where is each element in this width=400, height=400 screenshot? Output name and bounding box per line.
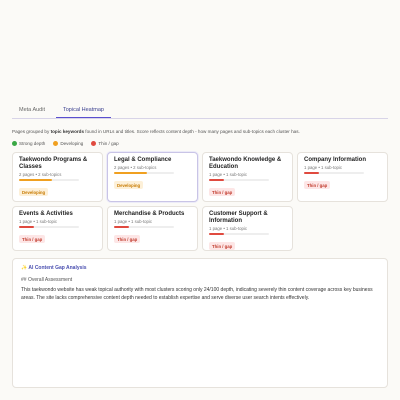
legend-dot-icon [91,141,97,146]
cluster-card[interactable]: Company Information 1 page • 1 sub-topic T… [297,152,388,202]
legend-label: Strong depth [19,141,46,146]
legend-dot-icon [53,141,59,146]
cluster-title: Company Information [304,157,367,163]
depth-bar-fill [19,226,34,228]
cluster-title: Merchandise & Products [114,211,185,217]
cluster-title: Taekwondo Knowledge & Education [209,157,282,170]
tab-topical-heatmap[interactable]: Topical Heatmap [56,104,111,118]
cluster-stats: 1 page • 1 sub-topic [114,219,153,224]
cluster-card[interactable]: Merchandise & Products 1 page • 1 sub-top… [107,206,198,251]
cluster-card[interactable]: Taekwondo Knowledge & Education 1 page • … [202,152,293,202]
depth-bar-fill [19,179,53,181]
cluster-card[interactable]: Legal & Compliance 2 pages • 2 sub-topics… [107,152,198,202]
cluster-stats: 1 page • 1 sub-topic [209,172,248,177]
legend-dot-icon [12,141,17,146]
cluster-stats: 1 page • 1 sub-topic [209,226,248,231]
heatmap-description: Pages grouped by topic keywords found in… [12,129,300,134]
description-text: Pages grouped by [12,129,51,134]
cluster-stats: 2 pages • 2 sub-topics [19,172,62,177]
cluster-stats: 2 pages • 2 sub-topics [114,165,157,170]
depth-bar-fill [114,226,129,228]
cluster-title: Customer Support & Information [209,211,268,224]
cluster-title: Taekwondo Programs & Classes [19,157,88,170]
tab-bar: Meta Audit Topical Heatmap [12,104,388,119]
description-text-end: found in URLs and titles. Score reflects… [84,129,300,134]
cluster-title: Legal & Compliance [114,157,172,163]
cluster-card[interactable]: Customer Support & Information 1 page • 1… [202,206,293,251]
status-badge: Developing [114,181,144,189]
depth-bar-fill [209,179,224,181]
cluster-title: Events & Activities [19,211,73,217]
depth-bar [209,179,270,181]
depth-bar [304,172,365,174]
depth-bar [19,226,80,228]
legend-item: Thin / gap [91,141,119,146]
ai-analysis-heading: ✨ AI Content Gap Analysis [21,265,87,271]
tab-meta-audit[interactable]: Meta Audit [12,104,52,118]
overall-assessment-heading: ## Overall Assessment [21,277,73,283]
legend-item: Developing [53,141,83,146]
status-badge: Thin / gap [114,235,141,243]
status-badge: Thin / gap [304,181,331,189]
description-keyword: topic keywords [50,129,85,134]
overall-assessment-text: This taekwondo website has weak topical … [21,287,373,301]
legend-label: Thin / gap [98,141,119,146]
cluster-stats: 1 page • 1 sub-topic [304,165,343,170]
depth-bar [114,172,175,174]
status-badge: Developing [19,188,49,196]
cluster-grid: Taekwondo Programs & Classes 2 pages • 2 … [12,152,388,251]
depth-bar [19,179,80,181]
depth-bar [114,226,175,228]
depth-bar-fill [209,233,224,235]
legend: Strong depth Developing Thin / gap [12,141,119,146]
cluster-stats: 1 page • 1 sub-topic [19,219,58,224]
status-badge: Thin / gap [19,235,46,243]
ai-analysis-panel: ✨ AI Content Gap Analysis ## Overall Ass… [12,258,388,388]
cluster-card[interactable]: Events & Activities 1 page • 1 sub-topic T… [12,206,103,251]
depth-bar-fill [114,172,148,174]
status-badge: Thin / gap [209,188,236,196]
status-badge: Thin / gap [209,242,236,250]
legend-label: Developing [60,141,84,146]
cluster-card[interactable]: Taekwondo Programs & Classes 2 pages • 2 … [12,152,103,202]
legend-item: Strong depth [12,141,45,146]
depth-bar-fill [304,172,319,174]
depth-bar [209,233,270,235]
